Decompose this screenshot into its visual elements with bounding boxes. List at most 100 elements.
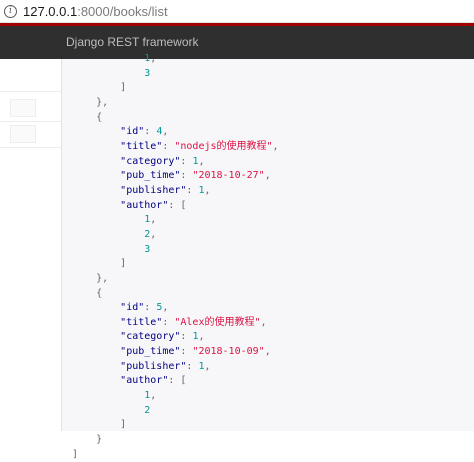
json-punct: : [180,170,193,182]
json-punct: : [162,140,175,152]
json-key: "publisher" [120,184,187,196]
json-punct [72,185,120,196]
info-icon[interactable]: i [4,4,17,18]
json-line: ] [72,449,78,460]
json-punct: : [180,346,193,358]
json-punct [72,244,144,255]
json-string: "2018-10-27" [192,170,265,182]
json-punct [72,375,120,386]
json-punct: : [144,126,157,138]
json-key: "pub_time" [120,346,181,358]
json-punct: ] [72,82,127,94]
json-line: ] [72,258,126,269]
json-punct: : [ [168,375,187,387]
json-punct: : [186,184,199,196]
json-punct: , [264,346,271,358]
faded-button [10,125,36,143]
json-key: "id" [120,126,145,138]
json-punct [72,126,120,137]
json-punct [72,405,144,416]
json-punct: : [ [168,199,187,211]
json-punct: , [150,390,157,402]
json-line: }, [72,97,108,108]
json-punct: , [204,360,211,372]
json-line: 1, [72,390,156,401]
json-string: "Alex的使用教程" [174,316,261,328]
json-punct: , [162,126,169,138]
json-punct: : [186,360,199,372]
json-key: "pub_time" [120,170,181,182]
json-key: "title" [120,316,163,328]
json-line: "title": "nodejs的使用教程", [72,140,279,152]
json-punct [72,214,144,225]
json-punct [72,156,120,167]
faded-button [10,99,36,117]
json-punct [72,141,120,152]
json-punct: ] [72,258,127,270]
json-punct [72,170,120,181]
json-punct [72,53,144,64]
json-key: "category" [120,331,181,343]
address-bar[interactable]: i 127.0.0.1:8000/books/list [0,0,474,23]
json-string: "2018-10-09" [192,346,265,358]
json-key: "author" [120,375,169,387]
url-host: 127.0.0.1 [23,3,78,19]
json-line: "publisher": 1, [72,360,211,372]
json-punct: , [198,331,205,343]
json-punct: { [72,287,103,299]
json-punct: ] [72,448,79,460]
json-punct [72,229,144,240]
json-line: 3 [72,244,150,255]
json-punct [72,361,120,372]
json-punct [72,346,120,357]
json-punct: : [180,331,193,343]
json-line: "title": "Alex的使用教程", [72,316,267,328]
sidebar-edge [0,59,68,159]
json-punct: , [260,316,267,328]
json-punct: }, [72,96,109,108]
json-line: 2 [72,405,150,416]
json-punct: }, [72,272,109,284]
json-line: "id": 4, [72,126,168,137]
url-path: :8000/books/list [77,3,168,19]
json-line: { [72,288,102,299]
json-punct [72,302,120,313]
json-punct: , [264,170,271,182]
json-punct: { [72,111,103,123]
json-punct: , [150,228,157,240]
json-punct: } [72,434,103,446]
json-punct [72,200,120,211]
json-punct [72,331,120,342]
json-punct: , [150,214,157,226]
divider [0,121,68,122]
json-punct: , [204,184,211,196]
json-key: "title" [120,140,163,152]
json-line: }, [72,273,108,284]
json-string: "nodejs的使用教程" [174,140,273,152]
json-key: "id" [120,302,145,314]
json-line: "category": 1, [72,331,205,343]
json-line: "category": 1, [72,155,205,167]
json-punct [72,68,144,79]
json-line: } [72,434,102,445]
json-punct: , [150,53,157,64]
json-number: 3 [144,67,151,79]
json-line: 3 [72,68,150,79]
json-punct: , [272,140,279,152]
json-number: 2 [144,404,151,416]
json-line: "author": [ [72,200,186,211]
divider [0,91,68,92]
json-line: "pub_time": "2018-10-09", [72,346,271,357]
json-key: "author" [120,199,169,211]
json-punct [72,390,144,401]
json-line: "pub_time": "2018-10-27", [72,170,271,181]
json-line: 1, [72,214,156,225]
json-key: "category" [120,155,181,167]
divider [0,147,68,148]
json-punct [72,317,120,328]
navbar-brand[interactable]: Django REST framework [66,35,199,49]
json-punct: , [198,155,205,167]
json-punct: : [144,302,157,314]
json-number: 3 [144,243,151,255]
json-line: 1, [72,53,156,64]
